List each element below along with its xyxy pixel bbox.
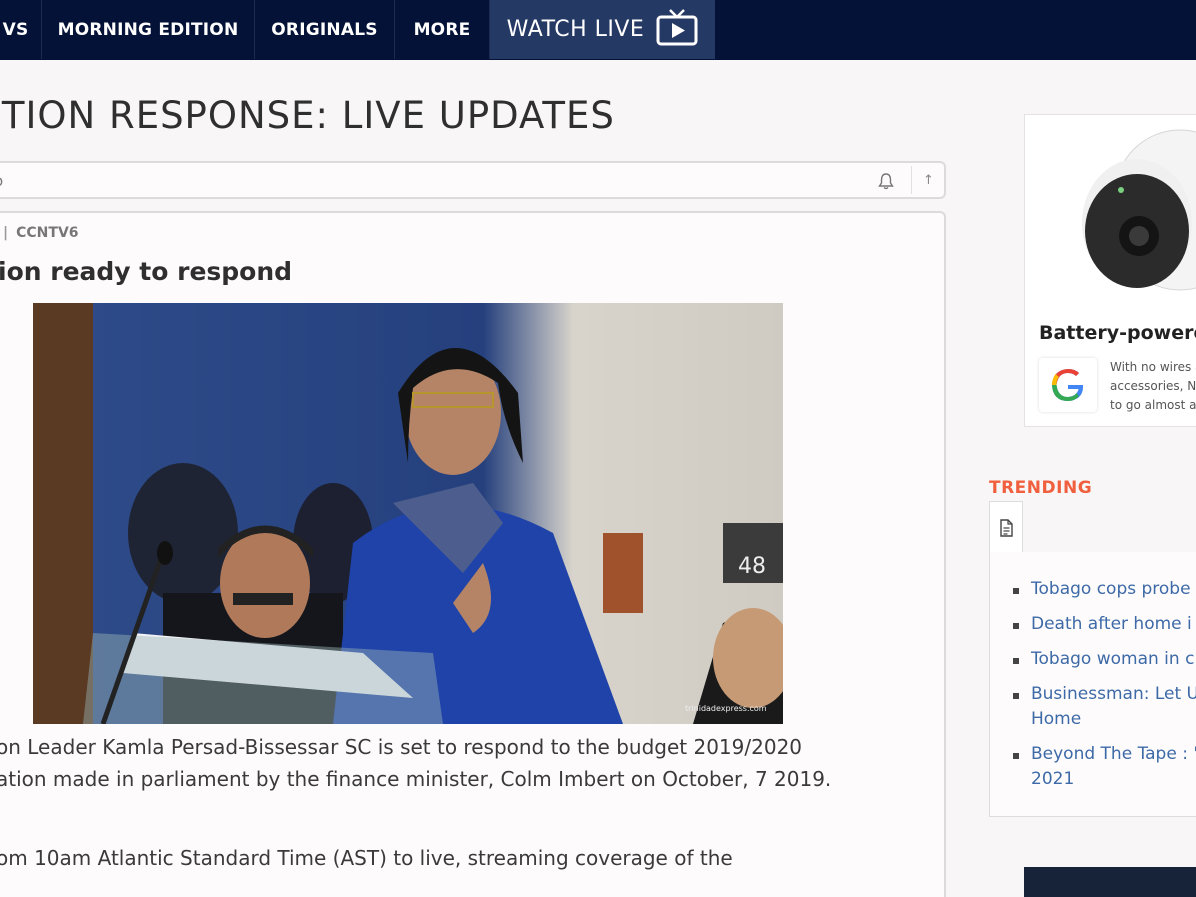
ad-text-line: accessories, N (1110, 379, 1196, 393)
nav-item-label: MORNING EDITION (57, 19, 239, 40)
trending-link[interactable]: Beyond The Tape : ' (1013, 742, 1196, 767)
nav-item-originals[interactable]: ORIGINALS (255, 0, 395, 59)
article-photo: 48 trinidadexpress.com (33, 303, 783, 724)
trending-heading: TRENDING (989, 478, 1093, 498)
page-title: ITION RESPONSE: LIVE UPDATES (0, 94, 615, 137)
paragraph-line: on Leader Kamla Persad-Bissessar SC is s… (0, 735, 803, 759)
nav-item-label: VS (2, 19, 29, 40)
top-nav: VS MORNING EDITION ORIGINALS MORE WATCH … (0, 0, 1196, 60)
trending-item[interactable]: Death after home i (1013, 612, 1192, 637)
ad-banner[interactable]: Battery-powered With no wires a accessor… (1024, 114, 1196, 427)
ad-text: With no wires a accessories, N to go alm… (1110, 358, 1196, 415)
nav-item-label: ORIGINALS (271, 19, 378, 40)
bell-icon[interactable] (878, 172, 894, 194)
photo-credit: trinidadexpress.com (685, 704, 767, 713)
toolbar-divider (911, 166, 912, 194)
trending-link[interactable]: Tobago woman in c (1013, 647, 1194, 672)
post-paragraph: om 10am Atlantic Standard Time (AST) to … (0, 842, 733, 874)
byline-separator: | (3, 225, 9, 241)
tv-play-icon (656, 8, 698, 52)
toolbar-text: o (0, 172, 3, 190)
ad-title: Battery-powered (1039, 322, 1196, 344)
sidebar-widget (1024, 867, 1196, 897)
trending-item[interactable]: Beyond The Tape : ' 2021 (1013, 742, 1196, 792)
trending-link[interactable]: Tobago cops probe (1013, 577, 1191, 602)
post-byline: | CCNTV6 (3, 225, 79, 241)
svg-text:48: 48 (738, 554, 766, 579)
nav-item-label: MORE (413, 19, 471, 40)
ad-text-line: to go almost a (1110, 398, 1196, 412)
trending-item[interactable]: Businessman: Let U Home (1013, 682, 1196, 732)
live-updates-toolbar: o ↑ (0, 161, 946, 199)
watch-live-button[interactable]: WATCH LIVE (490, 0, 715, 59)
trending-item[interactable]: Tobago woman in c (1013, 647, 1194, 672)
tab-articles[interactable] (989, 501, 1023, 553)
document-icon (999, 519, 1014, 541)
trending-link[interactable]: Businessman: Let U (1013, 682, 1196, 707)
nav-item-morning-edition[interactable]: MORNING EDITION (42, 0, 255, 59)
security-camera-image (1082, 129, 1196, 291)
post-paragraph: on Leader Kamla Persad-Bissessar SC is s… (0, 731, 831, 795)
nav-item-news[interactable]: VS (0, 0, 42, 59)
watch-live-label: WATCH LIVE (506, 17, 645, 42)
byline-source[interactable]: CCNTV6 (16, 225, 78, 241)
scroll-up-button[interactable]: ↑ (923, 173, 934, 188)
google-logo-icon (1039, 358, 1097, 412)
trending-link[interactable]: Death after home i (1013, 612, 1192, 637)
trending-link[interactable]: 2021 (1013, 767, 1196, 792)
post-title: ion ready to respond (0, 257, 293, 286)
paragraph-line: om 10am Atlantic Standard Time (AST) to … (0, 846, 733, 870)
trending-link[interactable]: Home (1013, 707, 1196, 732)
paragraph-line: ation made in parliament by the finance … (0, 767, 832, 791)
parliament-photo: 48 trinidadexpress.com (33, 303, 783, 724)
nav-item-more[interactable]: MORE (395, 0, 490, 59)
trending-item[interactable]: Tobago cops probe (1013, 577, 1191, 602)
ad-text-line: With no wires a (1110, 360, 1196, 374)
